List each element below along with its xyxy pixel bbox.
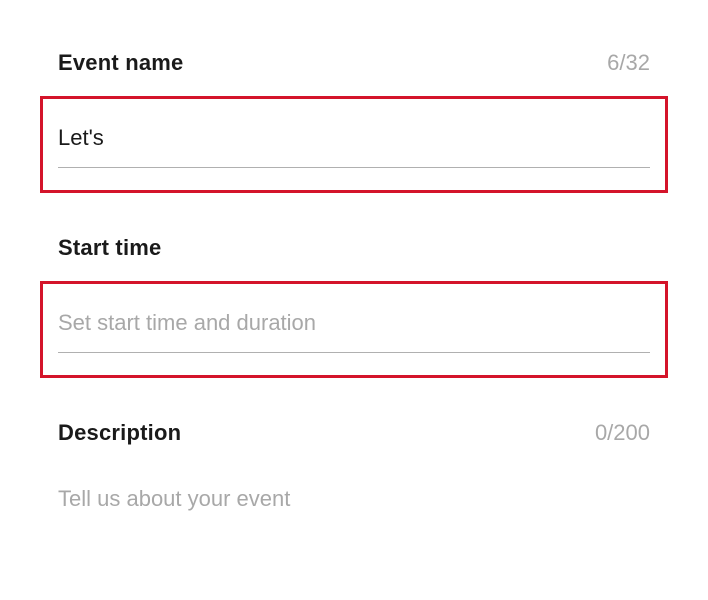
description-label: Description (58, 420, 181, 446)
event-name-input-box[interactable] (40, 96, 668, 193)
start-time-header: Start time (58, 235, 650, 261)
start-time-field: Start time Set start time and duration (58, 235, 650, 378)
event-name-label: Event name (58, 50, 184, 76)
description-counter: 0/200 (595, 420, 650, 446)
start-time-placeholder[interactable]: Set start time and duration (58, 310, 650, 353)
event-name-input[interactable] (58, 125, 650, 168)
description-input[interactable]: Tell us about your event (58, 478, 650, 512)
start-time-label: Start time (58, 235, 161, 261)
description-field: Description 0/200 Tell us about your eve… (58, 420, 650, 512)
event-name-header: Event name 6/32 (58, 50, 650, 76)
description-header: Description 0/200 (58, 420, 650, 446)
event-name-counter: 6/32 (607, 50, 650, 76)
event-name-field: Event name 6/32 (58, 50, 650, 193)
start-time-input-box[interactable]: Set start time and duration (40, 281, 668, 378)
